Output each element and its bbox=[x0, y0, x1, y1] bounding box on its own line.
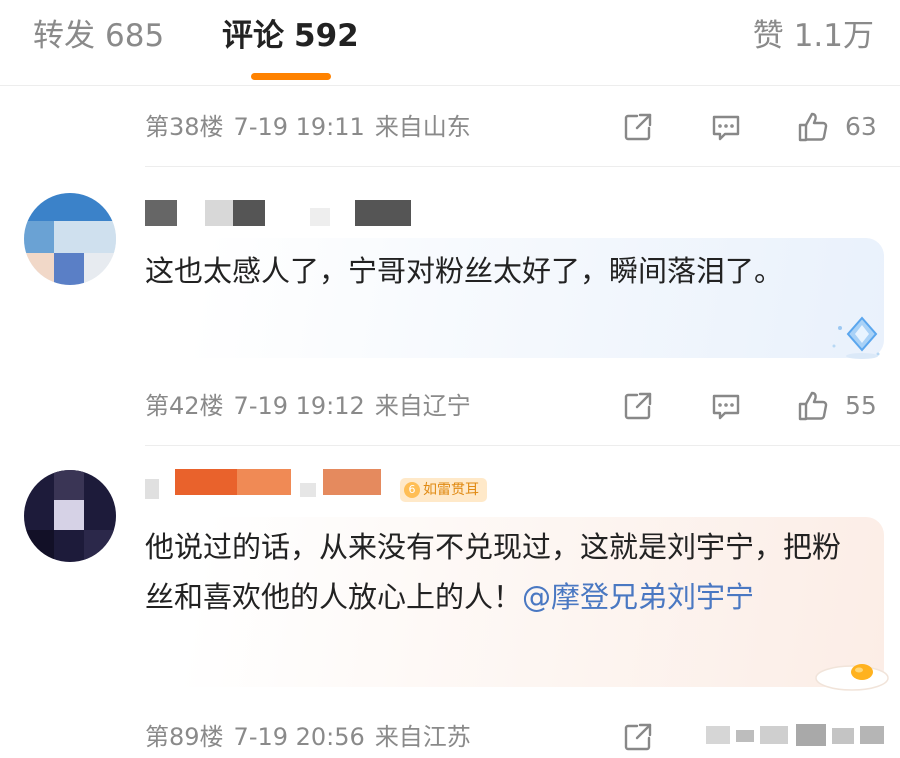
forward-icon[interactable] bbox=[620, 109, 656, 145]
like-count: 63 bbox=[845, 112, 877, 141]
comment-time: 7-19 19:12 bbox=[233, 392, 365, 420]
forward-icon[interactable] bbox=[620, 388, 656, 424]
thumbs-up-icon[interactable] bbox=[796, 388, 832, 424]
avatar[interactable] bbox=[24, 470, 116, 562]
diamond-sparkle-icon bbox=[832, 316, 880, 359]
comment-text: 他说过的话，从来没有不兑现过，这就是刘宇宁，把粉丝和喜欢他的人放心上的人！@摩登… bbox=[145, 522, 865, 622]
comment-meta: 第38楼 7-19 19:11 来自山东 bbox=[145, 110, 471, 144]
floor-number: 第89楼 bbox=[145, 723, 224, 751]
comment-meta-row: 第89楼 7-19 20:56 来自江苏 bbox=[0, 710, 900, 758]
badge-label: 如雷贯耳 bbox=[423, 482, 479, 498]
comment-meta: 第42楼 7-19 19:12 来自辽宁 bbox=[145, 389, 471, 423]
tab-comments-count: 592 bbox=[294, 18, 359, 54]
like-count: 55 bbox=[845, 391, 877, 420]
tab-likes-count: 1.1万 bbox=[793, 18, 874, 54]
comment-icon[interactable] bbox=[708, 109, 744, 145]
fan-badge: 6 如雷贯耳 bbox=[400, 478, 487, 502]
fried-egg-icon bbox=[815, 664, 889, 691]
comment-tabs: 转发 685 评论 592 赞 1.1万 bbox=[0, 0, 900, 86]
tab-comments-label: 评论 bbox=[222, 18, 284, 54]
floor-number: 第42楼 bbox=[145, 392, 224, 420]
tab-forward-label: 转发 bbox=[33, 18, 95, 54]
comment-time: 7-19 20:56 bbox=[233, 723, 365, 751]
badge-icon: 6 bbox=[404, 482, 420, 498]
comment-meta-row: 第42楼 7-19 19:12 来自辽宁 55 bbox=[0, 379, 900, 433]
tab-likes[interactable]: 赞 1.1万 bbox=[753, 14, 874, 58]
forward-icon[interactable] bbox=[620, 719, 656, 755]
active-tab-indicator bbox=[251, 73, 331, 80]
comment-meta: 第89楼 7-19 20:56 来自江苏 bbox=[145, 720, 471, 754]
comment-location: 来自山东 bbox=[374, 113, 471, 141]
tab-forward[interactable]: 转发 685 bbox=[33, 14, 164, 58]
blurred-actions bbox=[706, 724, 884, 746]
tab-likes-label: 赞 bbox=[752, 18, 784, 54]
comment-divider bbox=[145, 445, 900, 446]
tab-comments[interactable]: 评论 592 bbox=[222, 14, 359, 58]
comment-time: 7-19 19:11 bbox=[233, 113, 365, 141]
mention-link[interactable]: @摩登兄弟刘宇宁 bbox=[522, 580, 754, 614]
comment-text: 这也太感人了，宁哥对粉丝太好了，瞬间落泪了。 bbox=[145, 254, 784, 288]
username-redacted[interactable] bbox=[145, 200, 415, 226]
tab-forward-count: 685 bbox=[105, 18, 165, 54]
comment-location: 来自辽宁 bbox=[374, 392, 471, 420]
comment-icon[interactable] bbox=[708, 388, 744, 424]
avatar[interactable] bbox=[24, 193, 116, 285]
comment-location: 来自江苏 bbox=[374, 723, 471, 751]
comment-divider bbox=[145, 166, 900, 167]
floor-number: 第38楼 bbox=[145, 113, 224, 141]
thumbs-up-icon[interactable] bbox=[796, 109, 832, 145]
username-redacted[interactable] bbox=[145, 465, 405, 499]
comment-meta-row: 第38楼 7-19 19:11 来自山东 63 bbox=[0, 100, 900, 154]
